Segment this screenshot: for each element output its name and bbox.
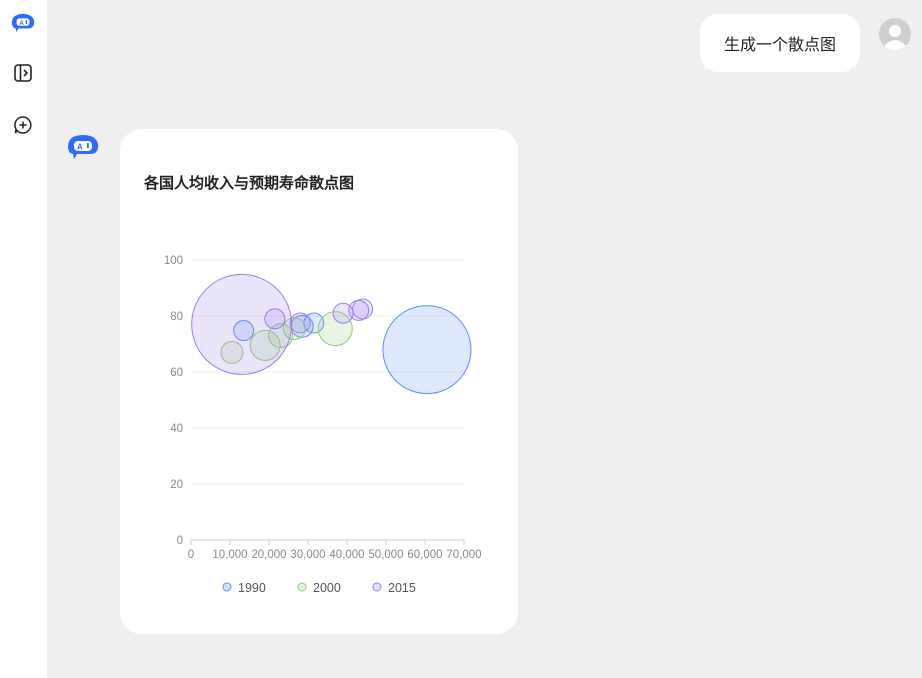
scatter-chart: 0 20 40 60 80 100 0 10,000 20,000 30,000 40,000 50,… xyxy=(164,255,482,595)
bot-response-card: 各国人均收入与预期寿命散点图 0 20 40 60 80 100 0 10,000 20,000… xyxy=(120,129,518,634)
svg-text:A: A xyxy=(19,20,24,27)
legend-label: 2015 xyxy=(388,581,416,595)
scatter-point-2015 xyxy=(264,308,286,330)
user-avatar[interactable] xyxy=(879,18,911,50)
chat-area: 生成一个散点图 A 各国人均收入与预期寿命散点图 0 20 40 60 80 100 0 10… xyxy=(47,0,922,678)
user-message-text: 生成一个散点图 xyxy=(723,35,836,54)
x-tick-label: 40,000 xyxy=(329,549,364,561)
sidebar-toggle-icon[interactable] xyxy=(11,61,35,85)
x-tick-label: 50,000 xyxy=(368,549,403,561)
legend-marker xyxy=(297,582,307,592)
y-tick-label: 40 xyxy=(170,423,183,435)
y-tick-label: 100 xyxy=(164,255,183,267)
x-tick-label: 30,000 xyxy=(290,549,325,561)
y-tick-label: 20 xyxy=(170,479,183,491)
x-tick-label: 20,000 xyxy=(251,549,286,561)
scatter-point-2015 xyxy=(352,298,374,320)
svg-text:A: A xyxy=(77,143,83,152)
legend-label: 2000 xyxy=(313,581,341,595)
scatter-point-2015 xyxy=(289,312,311,334)
y-tick-label: 0 xyxy=(177,535,183,547)
x-tick-label: 70,000 xyxy=(446,549,481,561)
new-chat-icon[interactable] xyxy=(11,113,35,137)
user-message-bubble: 生成一个散点图 xyxy=(700,14,860,72)
y-tick-label: 60 xyxy=(170,367,183,379)
sidebar: A xyxy=(0,0,47,678)
scatter-point-1990 xyxy=(382,305,472,395)
x-tick-label: 10,000 xyxy=(212,549,247,561)
legend-marker xyxy=(372,582,382,592)
robot-logo-icon[interactable]: A xyxy=(11,11,35,35)
y-tick-label: 80 xyxy=(170,311,183,323)
x-tick-label: 60,000 xyxy=(407,549,442,561)
x-tick-label: 0 xyxy=(188,549,194,561)
bot-avatar: A xyxy=(67,134,99,162)
legend-marker xyxy=(222,582,232,592)
legend-label: 1990 xyxy=(238,581,266,595)
